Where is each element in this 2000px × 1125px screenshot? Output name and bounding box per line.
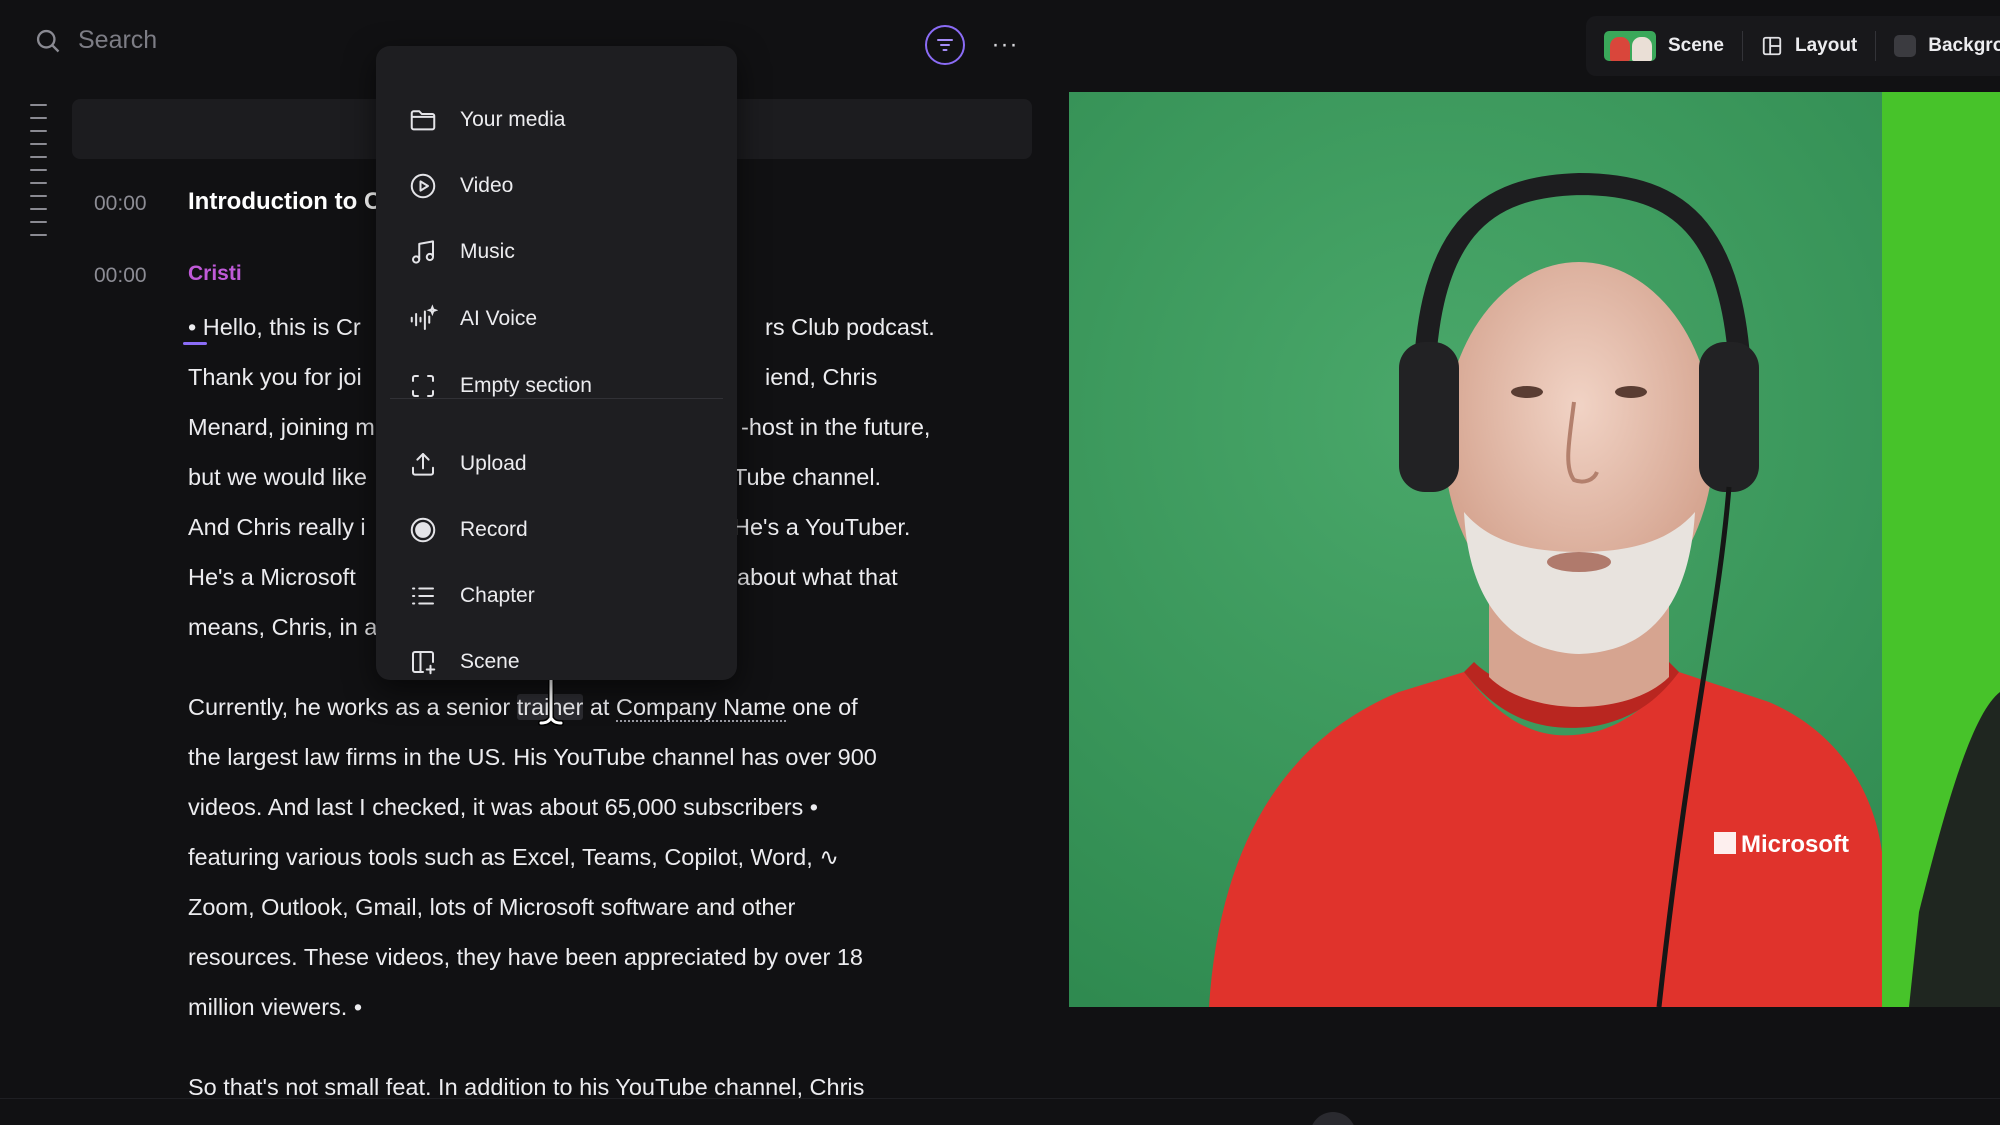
shirt-logo-text: Microsoft	[1741, 831, 1849, 858]
background-label: Backgro	[1928, 35, 2000, 56]
transcript-line: featuring various tools such as Excel, T…	[188, 844, 840, 870]
folder-icon	[410, 110, 436, 131]
scene-add-icon	[412, 651, 436, 675]
chapter-title[interactable]: Introduction to C	[188, 188, 381, 216]
speaker-name[interactable]: Cristi	[188, 262, 242, 286]
transcript-line: So that's not small feat. In addition to…	[188, 1074, 865, 1100]
ai-voice-icon	[410, 304, 438, 330]
menu-item-label: Chapter	[460, 584, 535, 607]
chapter-list-icon	[412, 587, 434, 605]
scene-thumbnail	[1604, 31, 1656, 61]
menu-item-chapter[interactable]: Chapter	[376, 568, 737, 624]
menu-item-record[interactable]: Record	[376, 502, 737, 558]
background-swatch-icon	[1894, 35, 1917, 57]
speaker-timestamp[interactable]: 00:00	[94, 264, 147, 288]
scene-toolbar: Scene Layout Backgro	[1586, 16, 2000, 76]
layout-label: Layout	[1794, 35, 1858, 56]
add-content-menu: Your media Video Music AI Voice Empty se…	[376, 46, 737, 680]
timeline-divider	[0, 1098, 2000, 1099]
menu-item-label: Your media	[460, 108, 566, 131]
menu-item-label: Video	[460, 174, 514, 197]
menu-item-empty-section[interactable]: Empty section	[376, 358, 737, 414]
menu-divider	[390, 398, 723, 399]
menu-item-label: AI Voice	[460, 307, 538, 330]
menu-item-label: Scene	[460, 650, 520, 673]
transcript-line: the largest law firms in the US. His You…	[188, 744, 877, 770]
transcript-line: million viewers. •	[188, 994, 363, 1020]
search-bar[interactable]: Search	[34, 26, 157, 55]
empty-section-icon	[412, 375, 434, 397]
search-icon	[36, 29, 60, 52]
transcript-line: Zoom, Outlook, Gmail, lots of Microsoft …	[188, 894, 796, 920]
menu-item-upload[interactable]: Upload	[376, 436, 737, 492]
transcript-paragraph[interactable]: So that's not small feat. In addition to…	[188, 1062, 948, 1112]
more-options-button[interactable]: ···	[990, 30, 1020, 60]
background-button[interactable]: Backgro	[1876, 28, 2000, 64]
outline-gutter[interactable]	[30, 104, 47, 236]
filter-icon	[937, 39, 953, 51]
play-circle-icon	[410, 173, 436, 199]
timeline-handle[interactable]	[1310, 1112, 1356, 1125]
record-icon	[410, 517, 436, 543]
video-preview[interactable]: Microsoft	[1069, 92, 2000, 1007]
transcript-paragraph[interactable]: Currently, he works as a senior trainer …	[188, 682, 948, 1032]
company-name-placeholder[interactable]: Company Name	[616, 694, 786, 722]
menu-item-video[interactable]: Video	[376, 158, 737, 214]
music-note-icon	[412, 240, 434, 264]
menu-item-label: Music	[460, 240, 515, 263]
video-frame-illustration: Microsoft	[1069, 92, 2000, 1007]
transcript-line: videos. And last I checked, it was about…	[188, 794, 819, 820]
scene-label: Scene	[1668, 35, 1724, 56]
menu-item-ai-voice[interactable]: AI Voice	[376, 291, 737, 347]
menu-item-label: Upload	[460, 452, 527, 475]
transcript-line: resources. These videos, they have been …	[188, 944, 863, 970]
chapter-timestamp[interactable]: 00:00	[94, 192, 147, 216]
menu-item-label: Record	[460, 518, 528, 541]
layout-button[interactable]: Layout	[1743, 28, 1875, 64]
menu-item-scene[interactable]: Scene	[376, 634, 737, 690]
app-window: Search ··· Scene Layout Backgro 00:00 In…	[0, 0, 2000, 1125]
menu-item-label: Empty section	[460, 374, 592, 397]
search-input[interactable]: Search	[78, 26, 157, 55]
layout-icon	[1762, 36, 1782, 56]
scene-button[interactable]: Scene	[1604, 28, 1742, 64]
filter-button[interactable]	[925, 25, 965, 65]
menu-item-music[interactable]: Music	[376, 224, 737, 280]
upload-icon	[412, 453, 434, 476]
menu-item-your-media[interactable]: Your media	[376, 92, 737, 148]
more-horizontal-icon: ···	[991, 31, 1019, 58]
